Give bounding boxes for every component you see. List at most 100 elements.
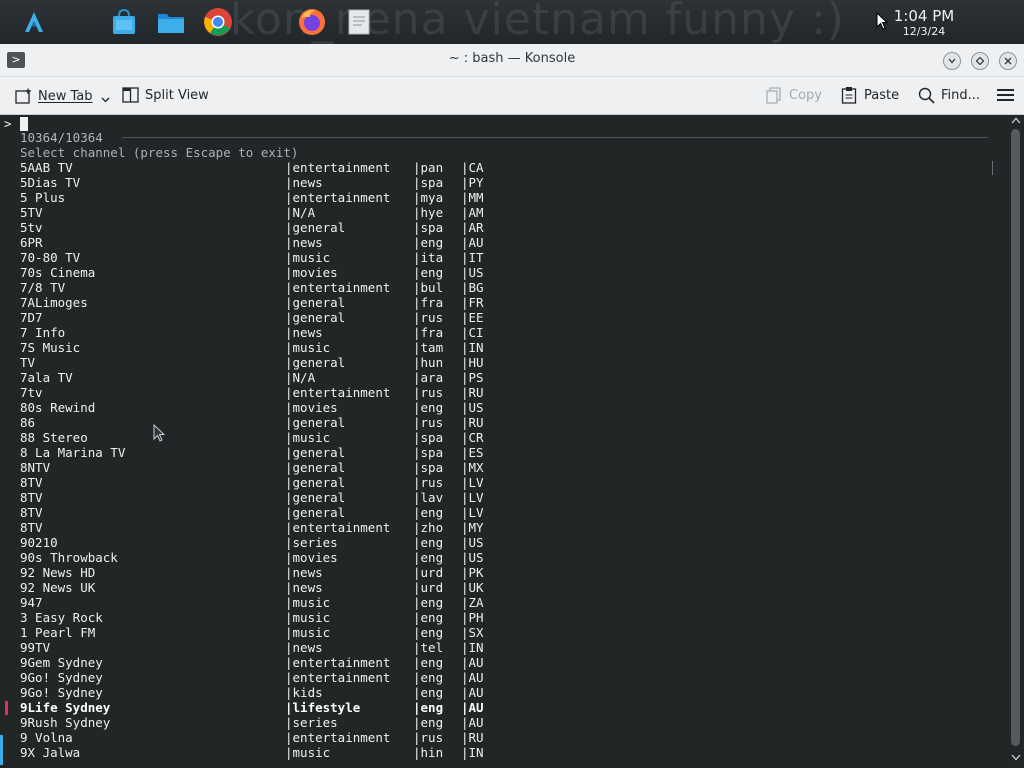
scrollbar-thumb[interactable] — [1011, 129, 1020, 746]
channel-name: 9Go! Sydney — [20, 685, 103, 700]
channel-cc: |AU — [461, 715, 484, 730]
channel-lang: |eng — [413, 670, 444, 685]
channel-name: 7S Music — [20, 340, 81, 355]
new-tab-button[interactable]: New Tab — [14, 86, 110, 107]
channel-cat: |entertainment — [285, 280, 391, 295]
channel-name: 5tv — [20, 220, 43, 235]
channel-lang: |zho — [413, 520, 444, 535]
channel-cc: |RU — [461, 385, 484, 400]
minimize-button[interactable] — [943, 52, 961, 70]
window-titlebar[interactable]: > ~ : bash — Konsole — [0, 44, 1024, 77]
channel-cat: |entertainment — [285, 670, 391, 685]
channel-cat: |entertainment — [285, 385, 391, 400]
channel-cc: |IN — [461, 745, 484, 760]
hamburger-menu-button[interactable] — [996, 86, 1014, 104]
channel-name: 7ala TV — [20, 370, 73, 385]
channel-name: 7/8 TV — [20, 280, 66, 295]
channel-cc: |UK — [461, 580, 484, 595]
discover-store-icon[interactable] — [108, 6, 140, 38]
copy-button[interactable]: Copy — [765, 86, 822, 104]
app-launcher-icon[interactable] — [18, 6, 50, 38]
channel-cat: |music — [285, 595, 331, 610]
chevron-down-icon[interactable] — [101, 92, 110, 107]
channel-cc: |US — [461, 265, 484, 280]
channel-cc: |MX — [461, 460, 484, 475]
channel-cc: |HU — [461, 355, 484, 370]
maximize-button[interactable] — [971, 52, 989, 70]
channel-lang: |spa — [413, 220, 444, 235]
channel-cc: |CR — [461, 430, 484, 445]
channel-lang: |eng — [413, 265, 444, 280]
channel-cat: |lifestyle — [285, 700, 361, 715]
selector-header: Select channel (press Escape to exit) — [20, 145, 299, 160]
channel-lang: |bul — [413, 280, 444, 295]
new-tab-icon — [14, 88, 32, 106]
channel-cat: |music — [285, 745, 331, 760]
channel-lang: |rus — [413, 310, 444, 325]
channel-cat: |general — [285, 295, 346, 310]
text-editor-icon[interactable] — [343, 6, 375, 38]
clock-date[interactable]: 12/3/24 — [884, 25, 964, 38]
terminal-scrollbar[interactable] — [1008, 115, 1024, 768]
search-icon — [917, 86, 935, 104]
channel-cc: |US — [461, 400, 484, 415]
channel-lang: |rus — [413, 730, 444, 745]
channel-cat: |movies — [285, 400, 338, 415]
channel-lang: |eng — [413, 235, 444, 250]
file-manager-icon[interactable] — [155, 6, 187, 38]
channel-cat: |music — [285, 250, 331, 265]
channel-name: 9Rush Sydney — [20, 715, 111, 730]
channel-name: 5Dias TV — [20, 175, 81, 190]
channel-lang: |eng — [413, 700, 444, 715]
channel-lang: |eng — [413, 400, 444, 415]
channel-cat: |kids — [285, 685, 323, 700]
split-view-button[interactable]: Split View — [121, 86, 209, 104]
channel-name: 8NTV — [20, 460, 51, 475]
channel-cc: |IN — [461, 640, 484, 655]
channel-lang: |spa — [413, 460, 444, 475]
channel-name: 70s Cinema — [20, 265, 96, 280]
channel-name: 90s Throwback — [20, 550, 118, 565]
channel-lang: |mya — [413, 190, 444, 205]
channel-cc: |AU — [461, 655, 484, 670]
scroll-down-icon[interactable] — [1010, 753, 1022, 763]
channel-name: 92 News HD — [20, 565, 96, 580]
channel-cat: |movies — [285, 265, 338, 280]
toolbar: New Tab Split View Copy Paste Find... — [0, 77, 1024, 115]
channel-name: 5TV — [20, 205, 43, 220]
channel-name: 88 Stereo — [20, 430, 88, 445]
channel-cat: |entertainment — [285, 520, 391, 535]
find-button[interactable]: Find... — [917, 86, 980, 104]
firefox-icon[interactable] — [296, 6, 328, 38]
channel-cat: |entertainment — [285, 160, 391, 175]
channel-cc: |PY — [461, 175, 484, 190]
find-label: Find... — [941, 87, 981, 103]
channel-cc: |LV — [461, 505, 484, 520]
taskbar: kon_nena vietnam funny :) 1:04 PM 12/3/2… — [0, 0, 1024, 44]
channel-lang: |tel — [413, 640, 444, 655]
chrome-browser-icon[interactable] — [202, 6, 234, 38]
channel-cat: |movies — [285, 550, 338, 565]
channel-name: 9X Jalwa — [20, 745, 81, 760]
channel-name: 9Gem Sydney — [20, 655, 103, 670]
paste-button[interactable]: Paste — [840, 86, 899, 104]
channel-name: 90210 — [20, 535, 58, 550]
clock-time[interactable]: 1:04 PM — [884, 7, 964, 25]
channel-name: 80s Rewind — [20, 400, 96, 415]
channel-lang: |eng — [413, 655, 444, 670]
channel-name: 1 Pearl FM — [20, 625, 96, 640]
close-button[interactable] — [999, 52, 1017, 70]
channel-lang: |urd — [413, 565, 444, 580]
channel-cat: |general — [285, 505, 346, 520]
channel-lang: |eng — [413, 715, 444, 730]
preview-border — [992, 161, 993, 175]
channel-cc: |PS — [461, 370, 484, 385]
channel-lang: |fra — [413, 295, 444, 310]
mouse-pointer-icon — [876, 12, 888, 30]
terminal-view[interactable]: > 10364/10364 Select channel (press Esca… — [0, 115, 1008, 768]
channel-cc: |AU — [461, 235, 484, 250]
channel-cc: |AR — [461, 220, 484, 235]
channel-name: 8TV — [20, 490, 43, 505]
channel-lang: |hun — [413, 355, 444, 370]
scroll-up-icon[interactable] — [1010, 116, 1022, 126]
